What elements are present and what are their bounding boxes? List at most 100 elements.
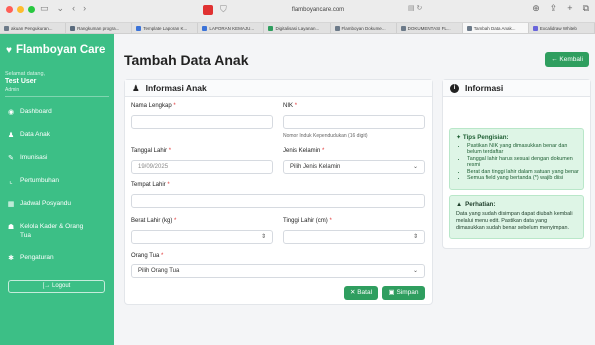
nama-label: Nama Lengkap * xyxy=(131,103,176,109)
logout-label: Logout xyxy=(51,283,71,289)
stepper-icon[interactable]: ⇕ xyxy=(413,231,418,243)
calendar-icon: ▦ xyxy=(7,201,15,208)
label-text: Orang Tua xyxy=(131,253,160,259)
reader-reload-icon[interactable]: ▤ ↻ xyxy=(408,4,422,12)
browser-tab[interactable]: Tambah Data Anak... xyxy=(462,23,529,33)
berat-label: Berat Lahir (kg) * xyxy=(131,218,176,224)
back-arrow-icon[interactable]: ‹ xyxy=(72,3,75,14)
logout-button[interactable]: [→ Logout xyxy=(8,280,105,293)
forward-arrow-icon[interactable]: › xyxy=(83,3,86,14)
browser-tab[interactable]: akuan Pengukuran... xyxy=(0,23,67,33)
tinggi-input[interactable]: ⇕ xyxy=(283,230,425,244)
required-mark: * xyxy=(294,103,298,109)
logout-icon: [→ xyxy=(42,283,51,289)
browser-tab[interactable]: LAPORAN KEMAJU... xyxy=(198,23,265,33)
page-title: Tambah Data Anak xyxy=(124,52,249,68)
sidebar-item-dashboard[interactable]: ◉ Dashboard xyxy=(0,108,114,131)
browser-tab[interactable]: DOKUMENTASI FL... xyxy=(397,23,463,33)
tanggal-input[interactable]: 19/09/2025 xyxy=(131,160,273,174)
tab-favicon-icon xyxy=(4,25,9,31)
warning-icon: ▲ xyxy=(456,201,463,208)
back-button[interactable]: ← Kembali xyxy=(545,52,589,67)
share-icon[interactable]: ⇪ xyxy=(550,3,558,14)
tab-label: Excalidraw Whiteb xyxy=(539,25,577,31)
minimize-window-button[interactable] xyxy=(17,6,24,13)
tab-label: Flamboyan Dokume... xyxy=(341,25,386,31)
browser-tab[interactable]: Flamboyan Dokume... xyxy=(331,23,397,33)
required-mark: * xyxy=(322,148,325,154)
new-tab-icon[interactable]: + xyxy=(567,3,572,14)
required-mark: * xyxy=(167,182,170,188)
browser-tab[interactable]: Rangkuman progra... xyxy=(66,23,133,33)
sidebar-item-label: Dashboard xyxy=(20,108,52,115)
label-text: Tanggal Lahir xyxy=(131,148,168,154)
toolbar-right: ⊕ ⇪ + ⧉ xyxy=(532,3,589,14)
nama-input[interactable] xyxy=(131,115,273,129)
nav-controls: ▭ ⌄ ‹ › xyxy=(40,3,86,14)
brand-name: Flamboyan Care xyxy=(15,44,106,56)
simpan-label: Simpan xyxy=(396,289,419,296)
nik-help-text: Nomor Induk Kependudukan (16 digit) xyxy=(283,133,368,139)
warning-title: ▲ Perhatian: xyxy=(456,201,583,208)
brand[interactable]: ♥ Flamboyan Care xyxy=(6,44,105,56)
tempat-input[interactable] xyxy=(131,194,425,208)
simpan-button[interactable]: ▣ Simpan xyxy=(382,286,425,300)
tab-overview-icon[interactable]: ⧉ xyxy=(583,3,589,14)
tab-favicon-icon xyxy=(268,25,274,31)
info-icon: i xyxy=(450,83,459,93)
warning-box: ▲ Perhatian: Data yang sudah disimpan da… xyxy=(449,195,584,239)
tab-label: Template Laporan K... xyxy=(143,25,188,31)
select-value: Pilih Jenis Kelamin xyxy=(290,164,341,170)
batal-label: Batal xyxy=(357,289,373,296)
download-icon[interactable]: ⊕ xyxy=(532,3,540,14)
jenis-label: Jenis Kelamin * xyxy=(283,148,324,154)
save-icon: ▣ xyxy=(388,289,395,296)
tab-favicon-icon xyxy=(136,25,142,31)
address-bar[interactable]: flamboyancare.com xyxy=(268,4,368,17)
users-icon: ☗ xyxy=(7,224,15,231)
tab-label: akuan Pengukuran... xyxy=(11,25,53,31)
batal-button[interactable]: ✕ Batal xyxy=(344,286,378,300)
lightbulb-icon: ✦ xyxy=(456,134,462,141)
card-title: Informasi Anak xyxy=(145,83,207,93)
sidebar-item-label: Jadwal Posyandu xyxy=(20,200,71,207)
select-value: Pilih Orang Tua xyxy=(138,268,180,274)
close-window-button[interactable] xyxy=(6,6,13,13)
sidebar-item-kelola-kader[interactable]: ☗ Kelola Kader & Orang Tua xyxy=(0,223,114,254)
tab-bar: akuan Pengukuran... Rangkuman progra... Te… xyxy=(0,23,595,34)
tanggal-label: Tanggal Lahir * xyxy=(131,148,171,154)
sidebar-item-label: Pengaturan xyxy=(20,254,54,261)
nik-label: NIK * xyxy=(283,103,297,109)
label-text: Berat Lahir (kg) xyxy=(131,218,173,224)
shield-icon[interactable]: ⛉ xyxy=(220,4,227,15)
sidebar-item-data-anak[interactable]: ♟ Data Anak xyxy=(0,131,114,154)
jenis-select[interactable]: Pilih Jenis Kelamin ⌄ xyxy=(283,160,425,174)
tab-label: Rangkuman progra... xyxy=(77,25,120,31)
chevron-down-icon[interactable]: ⌄ xyxy=(57,3,65,14)
warning-text: Data yang sudah disimpan dapat diubah ke… xyxy=(456,211,573,231)
sidebar-item-jadwal-posyandu[interactable]: ▦ Jadwal Posyandu xyxy=(0,200,114,223)
tab-label: LAPORAN KEMAJU... xyxy=(209,25,255,31)
zoom-window-button[interactable] xyxy=(28,6,35,13)
browser-tab[interactable]: Digitalisasi Layanan... xyxy=(264,23,331,33)
sidebar-item-pengaturan[interactable]: ✱ Pengaturan xyxy=(0,254,114,277)
tab-favicon-icon xyxy=(400,25,406,31)
sidebar-item-pertumbuhan[interactable]: ⌞ Pertumbuhan xyxy=(0,177,114,200)
berat-input[interactable]: ⇕ xyxy=(131,230,273,244)
nik-input[interactable] xyxy=(283,115,425,129)
sidebar-item-label: Imunisasi xyxy=(20,154,48,161)
site-favicon-icon xyxy=(203,5,213,15)
browser-tab[interactable]: Template Laporan K... xyxy=(132,23,199,33)
tab-favicon-icon xyxy=(70,25,76,31)
sidebar-item-imunisasi[interactable]: ✎ Imunisasi xyxy=(0,154,114,177)
close-icon: ✕ xyxy=(349,289,356,296)
required-mark: * xyxy=(174,218,177,224)
sidebar-toggle-icon[interactable]: ▭ xyxy=(40,3,49,14)
stepper-icon[interactable]: ⇕ xyxy=(261,231,266,243)
tips-box: ✦ Tips Pengisian: Pastikan NIK yang dima… xyxy=(449,128,584,190)
ortu-select[interactable]: Pilih Orang Tua ⌄ xyxy=(131,264,425,278)
tab-label: Tambah Data Anak... xyxy=(473,25,516,31)
browser-tab[interactable]: Excalidraw Whiteb xyxy=(529,23,595,33)
sidebar-nav: ◉ Dashboard ♟ Data Anak ✎ Imunisasi ⌞ Pe… xyxy=(0,108,114,277)
label-text: Tempat Lahir xyxy=(131,182,166,188)
